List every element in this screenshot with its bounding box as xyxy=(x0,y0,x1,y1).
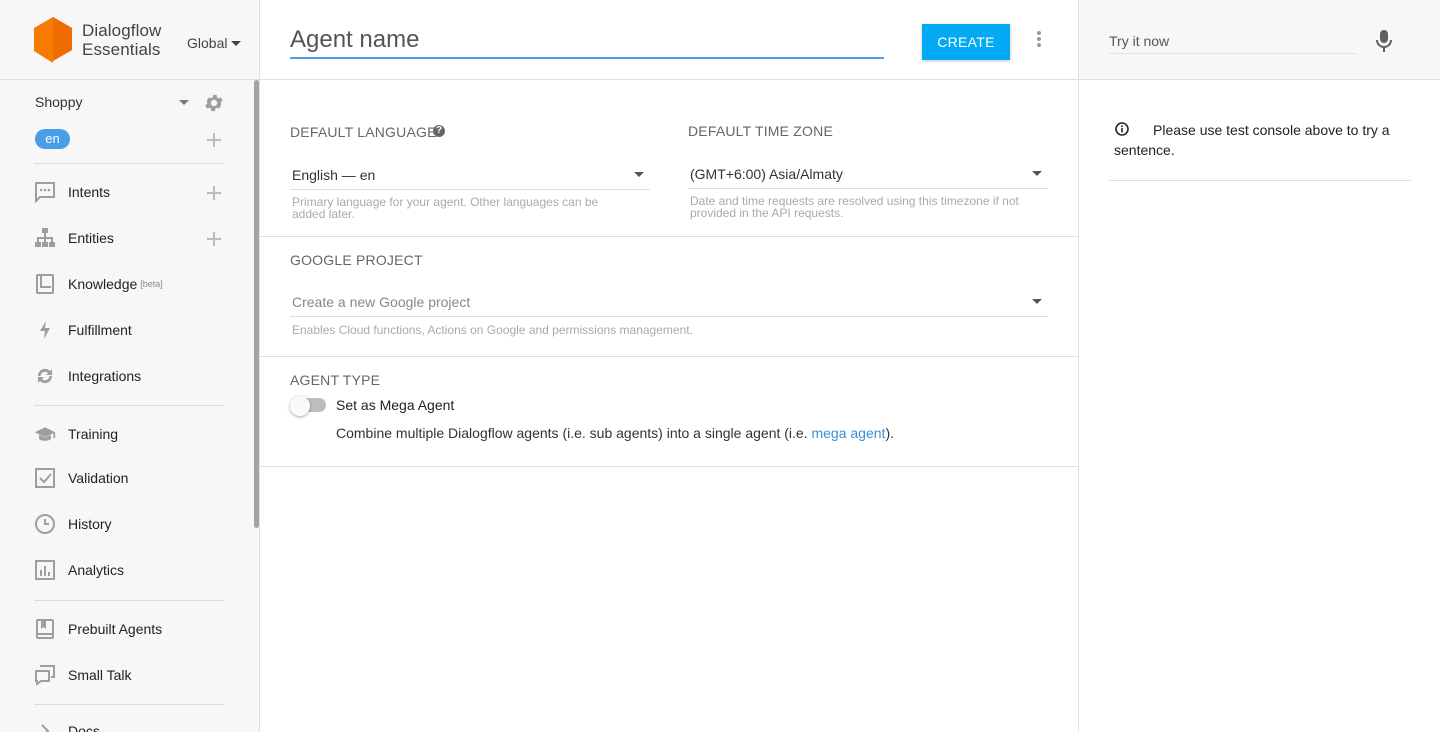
book-icon xyxy=(34,273,56,295)
mega-agent-label: Set as Mega Agent xyxy=(336,397,455,413)
sidebar-item-label: Validation xyxy=(68,470,129,486)
toggle-knob xyxy=(290,396,310,416)
dialogflow-logo[interactable] xyxy=(34,16,72,63)
sidebar-item-entities[interactable]: Entities xyxy=(34,226,224,250)
sidebar-item-label: Training xyxy=(68,426,119,442)
sidebar-item-intents[interactable]: Intents xyxy=(34,180,224,204)
default-language-select[interactable]: English — en xyxy=(290,158,650,190)
sidebar-item-small-talk[interactable]: Small Talk xyxy=(34,663,224,687)
sidebar-item-history[interactable]: History xyxy=(34,512,224,536)
default-timezone-title: DEFAULT TIME ZONE xyxy=(688,123,833,139)
language-pill[interactable]: en xyxy=(35,129,70,149)
sidebar-item-training[interactable]: Training xyxy=(34,422,224,446)
default-timezone-hint: Date and time requests are resolved usin… xyxy=(690,194,1019,220)
gear-icon[interactable] xyxy=(203,92,225,114)
agent-type-title: AGENT TYPE xyxy=(290,372,381,388)
bookmark-book-icon xyxy=(34,618,56,640)
clock-icon xyxy=(34,513,56,535)
graduation-cap-icon xyxy=(34,423,56,445)
brand-header: Dialogflow Essentials Global xyxy=(0,0,259,80)
help-icon[interactable]: ? xyxy=(433,125,445,137)
sidebar-item-label: Knowledge xyxy=(68,276,138,292)
mega-agent-description: Combine multiple Dialogflow agents (i.e.… xyxy=(336,425,894,441)
caret-down-icon xyxy=(231,40,242,46)
info-icon xyxy=(1115,122,1129,136)
console-info-text: Please use test console above to try a s… xyxy=(1114,122,1390,158)
sidebar-divider xyxy=(34,600,224,601)
add-language-plus-icon[interactable] xyxy=(206,132,222,148)
region-label: Global xyxy=(187,35,228,51)
default-language-hint: Primary language for your agent. Other l… xyxy=(292,195,599,221)
default-language-title: DEFAULT LANGUAGE xyxy=(290,124,437,140)
sidebar-item-knowledge[interactable]: Knowledge [beta] xyxy=(34,272,224,296)
chevron-right-icon xyxy=(34,720,56,732)
form-header: CREATE xyxy=(260,0,1078,80)
add-entity-plus-icon[interactable] xyxy=(206,231,222,247)
product-name: Dialogflow Essentials xyxy=(82,21,161,59)
sidebar-item-label: Integrations xyxy=(68,368,142,384)
sidebar-item-fulfillment[interactable]: Fulfillment xyxy=(34,318,224,342)
agent-selector-label[interactable]: Shoppy xyxy=(35,94,82,110)
sidebar-item-label: Docs xyxy=(68,723,100,732)
more-options-icon[interactable] xyxy=(1034,30,1044,50)
default-timezone-select[interactable]: (GMT+6:00) Asia/Almaty xyxy=(688,157,1048,189)
sidebar-item-prebuilt-agents[interactable]: Prebuilt Agents xyxy=(34,617,224,641)
caret-down-icon xyxy=(634,172,644,177)
bar-chart-icon xyxy=(34,559,56,581)
checkbox-icon xyxy=(34,467,56,489)
caret-down-icon xyxy=(1032,299,1042,304)
sidebar-item-label: History xyxy=(68,516,112,532)
agent-name-input[interactable] xyxy=(290,22,884,59)
console-info-message: Please use test console above to try a s… xyxy=(1109,120,1411,181)
mega-agent-toggle[interactable] xyxy=(290,396,326,416)
microphone-icon[interactable] xyxy=(1375,29,1393,53)
sidebar-item-label: Analytics xyxy=(68,562,125,578)
mega-agent-desc-end: ). xyxy=(885,425,894,441)
sidebar-item-label: Prebuilt Agents xyxy=(68,621,163,637)
google-project-placeholder: Create a new Google project xyxy=(292,294,471,310)
sidebar-scrollbar[interactable] xyxy=(254,80,259,528)
product-name-line1: Dialogflow xyxy=(82,20,162,40)
add-intent-plus-icon[interactable] xyxy=(206,185,222,201)
google-project-title: GOOGLE PROJECT xyxy=(290,252,423,268)
sidebar-item-label: Small Talk xyxy=(68,667,132,683)
default-timezone-value: (GMT+6:00) Asia/Almaty xyxy=(690,166,843,182)
language-timezone-section: DEFAULT LANGUAGE ? English — en Primary … xyxy=(260,80,1078,237)
sidebar-item-docs[interactable]: Docs xyxy=(34,719,224,732)
hierarchy-icon xyxy=(34,227,56,249)
google-project-hint: Enables Cloud functions, Actions on Goog… xyxy=(292,323,693,337)
sync-icon xyxy=(34,365,56,387)
sidebar-divider xyxy=(34,163,224,164)
agent-create-form: CREATE DEFAULT LANGUAGE ? English — en P… xyxy=(260,0,1078,732)
beta-badge: [beta] xyxy=(140,279,163,289)
chat-icon xyxy=(34,181,56,203)
sidebar-item-integrations[interactable]: Integrations xyxy=(34,364,224,388)
chat-bubbles-icon xyxy=(34,664,56,686)
region-selector[interactable]: Global xyxy=(187,35,242,51)
sidebar-divider xyxy=(34,704,224,705)
sidebar-item-label: Fulfillment xyxy=(68,322,132,338)
try-it-now-bar xyxy=(1079,0,1440,80)
agent-dropdown-caret-icon[interactable] xyxy=(179,100,189,105)
google-project-select[interactable]: Create a new Google project xyxy=(290,285,1048,317)
sidebar: Dialogflow Essentials Global Shoppy en I… xyxy=(0,0,260,732)
sidebar-item-analytics[interactable]: Analytics xyxy=(34,558,224,582)
default-language-value: English — en xyxy=(292,167,376,183)
caret-down-icon xyxy=(1032,171,1042,176)
sidebar-item-validation[interactable]: Validation xyxy=(34,466,224,490)
google-project-section: GOOGLE PROJECT Create a new Google proje… xyxy=(260,237,1078,357)
mega-agent-desc-text: Combine multiple Dialogflow agents (i.e.… xyxy=(336,425,812,441)
test-console: Please use test console above to try a s… xyxy=(1078,0,1440,732)
sidebar-item-label: Entities xyxy=(68,230,114,246)
create-button[interactable]: CREATE xyxy=(922,24,1010,60)
product-name-line2: Essentials xyxy=(82,39,161,59)
sidebar-item-label: Intents xyxy=(68,184,111,200)
bolt-icon xyxy=(34,319,56,341)
mega-agent-link[interactable]: mega agent xyxy=(811,425,885,441)
sidebar-divider xyxy=(34,405,224,406)
try-it-now-input[interactable] xyxy=(1109,28,1357,54)
